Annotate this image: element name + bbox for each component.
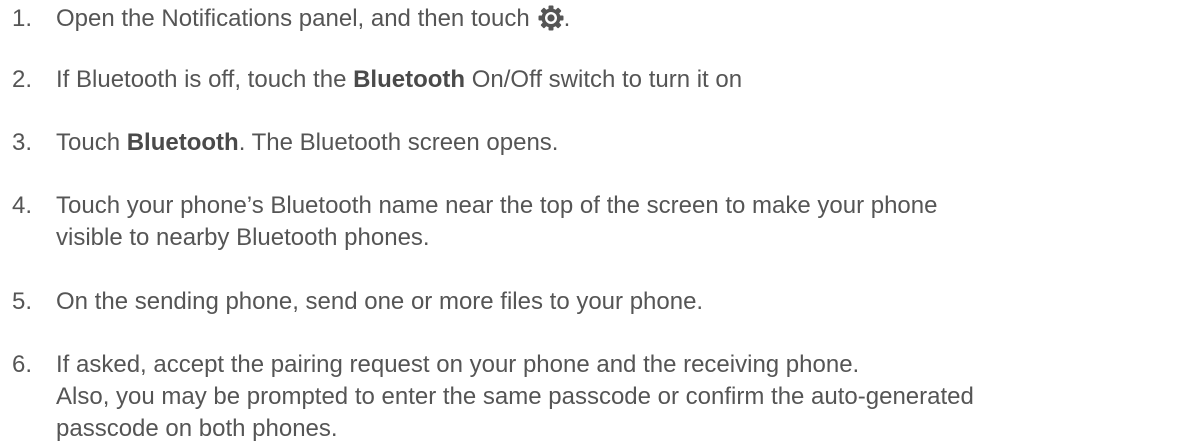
step-text: If asked, accept the pairing request on … <box>56 349 1166 445</box>
step-line: passcode on both phones. <box>56 415 338 442</box>
step-line: If asked, accept the pairing request on … <box>56 351 860 378</box>
step-line: visible to nearby Bluetooth phones. <box>56 224 430 251</box>
step-text: If Bluetooth is off, touch the Bluetooth… <box>56 64 1166 96</box>
step-number: 1. <box>12 5 33 32</box>
step-line: Touch your phone’s Bluetooth name near t… <box>56 192 938 219</box>
step-text: On the sending phone, send one or more f… <box>56 288 704 315</box>
step-number: 5. <box>12 288 33 315</box>
bluetooth-term: Bluetooth <box>126 129 239 156</box>
step-text-before: If Bluetooth is off, touch the <box>56 66 354 93</box>
step-text-before: Open the Notifications panel, and then t… <box>56 5 530 32</box>
step-text-after: . The Bluetooth screen opens. <box>238 129 559 156</box>
step-text: Touch Bluetooth. The Bluetooth screen op… <box>56 127 1166 159</box>
step-number: 2. <box>12 66 33 93</box>
gear-icon <box>538 5 564 31</box>
bluetooth-term: Bluetooth <box>353 66 466 93</box>
step-text: Touch your phone’s Bluetooth name near t… <box>56 190 1166 254</box>
step-number: 4. <box>12 192 33 219</box>
step-number: 3. <box>12 129 33 156</box>
step-text-after: On/Off switch to turn it on <box>465 66 743 93</box>
step-text-after: . <box>563 5 571 32</box>
step-text: Open the Notifications panel, and then t… <box>56 3 1166 35</box>
step-line: Also, you may be prompted to enter the s… <box>56 383 974 410</box>
step-text-before: Touch <box>56 129 127 156</box>
step-number: 6. <box>12 351 33 378</box>
